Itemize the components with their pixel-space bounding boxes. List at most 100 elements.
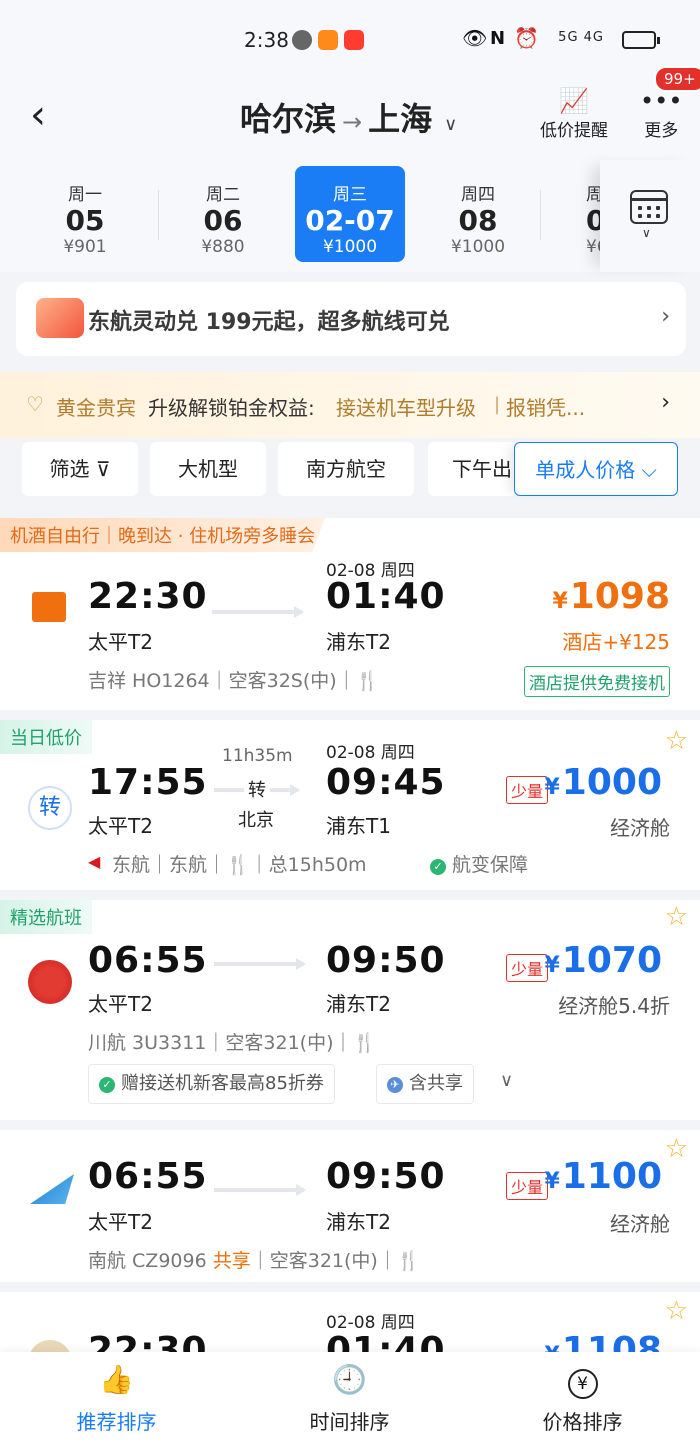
sichuan-airlines-logo xyxy=(28,960,72,1004)
plane-icon: ✈ xyxy=(387,1077,403,1093)
promo-banner[interactable]: 东航灵动兑 199元起，超多航线可兑 › xyxy=(16,282,686,356)
calendar-button[interactable]: ∨ xyxy=(600,160,700,272)
filter-chip-airline[interactable]: 南方航空 xyxy=(278,442,414,496)
price-type-dropdown[interactable]: 单成人价格 ⌵ xyxy=(514,442,678,496)
date-cell[interactable]: 周二 06 ¥880 xyxy=(168,166,278,262)
route-line xyxy=(212,606,304,618)
flight-tag: 精选航班 xyxy=(0,900,92,934)
filter-button[interactable]: 筛选 ⊽ xyxy=(22,442,138,496)
flight-card[interactable]: 机酒自由行｜晚到达 · 住机场旁多睡会 22:30 太平T2 02-08 周四 … xyxy=(0,518,700,720)
star-icon[interactable]: ☆ xyxy=(665,1296,688,1326)
divider xyxy=(158,190,159,240)
codeshare-label: 共享 xyxy=(212,1250,251,1272)
star-icon[interactable]: ☆ xyxy=(665,1134,688,1164)
departure-time: 06:55 xyxy=(88,940,208,981)
guarantee-label: ✓ 航变保障 xyxy=(430,850,528,877)
price: ¥1070 xyxy=(544,940,662,981)
flight-tag: 机酒自由行｜晚到达 · 住机场旁多睡会 xyxy=(0,518,326,552)
arrival-airport: 浦东T2 xyxy=(326,992,391,1016)
video-app-icon xyxy=(318,30,338,50)
departure-airport: 太平T2 xyxy=(88,992,153,1016)
sort-recommended-tab[interactable]: 👍 推荐排序 xyxy=(0,1360,233,1435)
route-arrow-icon: → xyxy=(342,108,363,136)
low-stock-badge: 少量 xyxy=(506,776,549,804)
departure-airport: 太平T2 xyxy=(88,1210,153,1234)
filter-bar: 筛选 ⊽ 大机型 南方航空 下午出 单成人价格 ⌵ xyxy=(0,438,700,518)
departure-time: 17:55 xyxy=(88,762,208,803)
flight-card[interactable]: ☆ 06:55 太平T2 09:50 浦东T2 少量 ¥1100 经济舱 南航 … xyxy=(0,1130,700,1292)
member-upgrade-text: 升级解锁铂金权益: xyxy=(148,396,315,420)
chevron-right-icon: › xyxy=(661,390,670,415)
chevron-down-icon[interactable]: ∨ xyxy=(500,1070,513,1091)
low-stock-badge: 少量 xyxy=(506,954,549,982)
diamond-icon: ♡ xyxy=(26,392,44,416)
departure-airport: 太平T2 xyxy=(88,630,153,654)
flight-card[interactable]: 当日低价 ☆ 转 17:55 太平T2 11h35m 转 北京 02-08 周四… xyxy=(0,720,700,900)
star-icon[interactable]: ☆ xyxy=(665,726,688,756)
destination-city: 上海 xyxy=(368,100,433,138)
route-line xyxy=(214,1184,306,1196)
flight-tag: 当日低价 xyxy=(0,720,92,754)
thumbs-up-icon: 👍 xyxy=(99,1363,134,1396)
alarm-icon: ⏰ xyxy=(514,26,539,50)
transfer-label: 转 xyxy=(244,776,270,802)
sort-price-tab[interactable]: ¥ 价格排序 xyxy=(466,1360,699,1435)
nfc-icon: N xyxy=(490,28,506,49)
filter-chip-afternoon[interactable]: 下午出 xyxy=(428,442,518,496)
back-icon[interactable]: ‹ xyxy=(30,95,46,135)
price: ¥1000 xyxy=(544,762,662,803)
arrival-time: 09:45 xyxy=(326,762,446,803)
date-cell[interactable]: 周四 08 ¥1000 xyxy=(423,166,533,262)
arrival-airport: 浦东T2 xyxy=(326,630,391,654)
check-icon: ✓ xyxy=(430,859,446,875)
date-selector: 周一 05 ¥901 周二 06 ¥880 周三 02-07 ¥1000 周四 … xyxy=(0,160,700,272)
flight-meta: 东航｜东航｜🍴｜总15h50m xyxy=(112,854,367,876)
duration: 11h35m xyxy=(222,746,293,766)
transfer-city: 北京 xyxy=(238,810,274,831)
chevron-right-icon: › xyxy=(661,304,670,329)
sort-time-tab[interactable]: 🕘 时间排序 xyxy=(233,1360,466,1435)
free-pickup-badge: 酒店提供免费接机 xyxy=(524,666,670,697)
cabin-class: 经济舱 xyxy=(610,1212,670,1236)
airline-icon: ◀ xyxy=(88,852,101,871)
chevron-down-icon: ∨ xyxy=(444,114,458,135)
header: ‹ 哈尔滨 → 上海 ∨ 📈 低价提醒 ••• 更多 xyxy=(0,80,700,160)
star-icon[interactable]: ☆ xyxy=(665,902,688,932)
transfer-icon: 转 xyxy=(28,786,72,830)
china-southern-logo xyxy=(30,1174,74,1204)
divider: | xyxy=(494,394,501,415)
coupon-pill[interactable]: ✓ 赠接送机新客最高85折券 xyxy=(88,1064,335,1104)
price-alert-button[interactable]: 📈 低价提醒 xyxy=(540,86,608,141)
price-alert-label: 低价提醒 xyxy=(540,121,608,141)
arrival-time: 09:50 xyxy=(326,1156,446,1197)
price: ¥1100 xyxy=(544,1156,662,1197)
arrival-time: 01:40 xyxy=(326,576,446,617)
membership-bar[interactable]: ♡ 黄金贵宾 升级解锁铂金权益: 接送机车型升级 | 报销凭... › xyxy=(0,372,700,438)
route-title[interactable]: 哈尔滨 → 上海 ∨ xyxy=(240,94,457,140)
cabin-class: 经济舱 xyxy=(610,816,670,840)
flight-card[interactable]: 精选航班 ☆ 06:55 太平T2 09:50 浦东T2 少量 ¥1070 经济… xyxy=(0,900,700,1130)
date-cell-selected[interactable]: 周三 02-07 ¥1000 xyxy=(295,166,405,262)
eye-icon: 👁 xyxy=(462,26,488,50)
route-line xyxy=(214,958,306,970)
promo-text: 东航灵动兑 199元起，超多航线可兑 xyxy=(88,310,450,335)
member-benefit: 接送机车型升级 xyxy=(336,396,476,420)
date-cell[interactable]: 周一 05 ¥901 xyxy=(30,166,140,262)
filter-chip-large-aircraft[interactable]: 大机型 xyxy=(150,442,266,496)
date-cell[interactable]: 周 0 ¥6 xyxy=(548,166,608,262)
hotel-icon xyxy=(32,592,66,622)
flight-meta: 吉祥 HO1264｜空客32S(中)｜🍴 xyxy=(88,670,380,692)
origin-city: 哈尔滨 xyxy=(240,100,337,138)
pause-icon xyxy=(292,30,312,50)
more-label: 更多 xyxy=(644,121,679,141)
notification-badge: 99+ xyxy=(654,66,700,92)
member-level: 黄金贵宾 xyxy=(56,396,136,420)
codeshare-pill[interactable]: ✈ 含共享 xyxy=(376,1064,474,1104)
departure-time: 06:55 xyxy=(88,1156,208,1197)
more-button[interactable]: ••• 更多 xyxy=(640,86,682,141)
departure-airport: 太平T2 xyxy=(88,814,153,838)
price: ¥1098 xyxy=(552,576,670,617)
calendar-icon xyxy=(630,190,668,224)
arrival-time: 09:50 xyxy=(326,940,446,981)
price-sub: 酒店+¥125 xyxy=(562,630,670,654)
